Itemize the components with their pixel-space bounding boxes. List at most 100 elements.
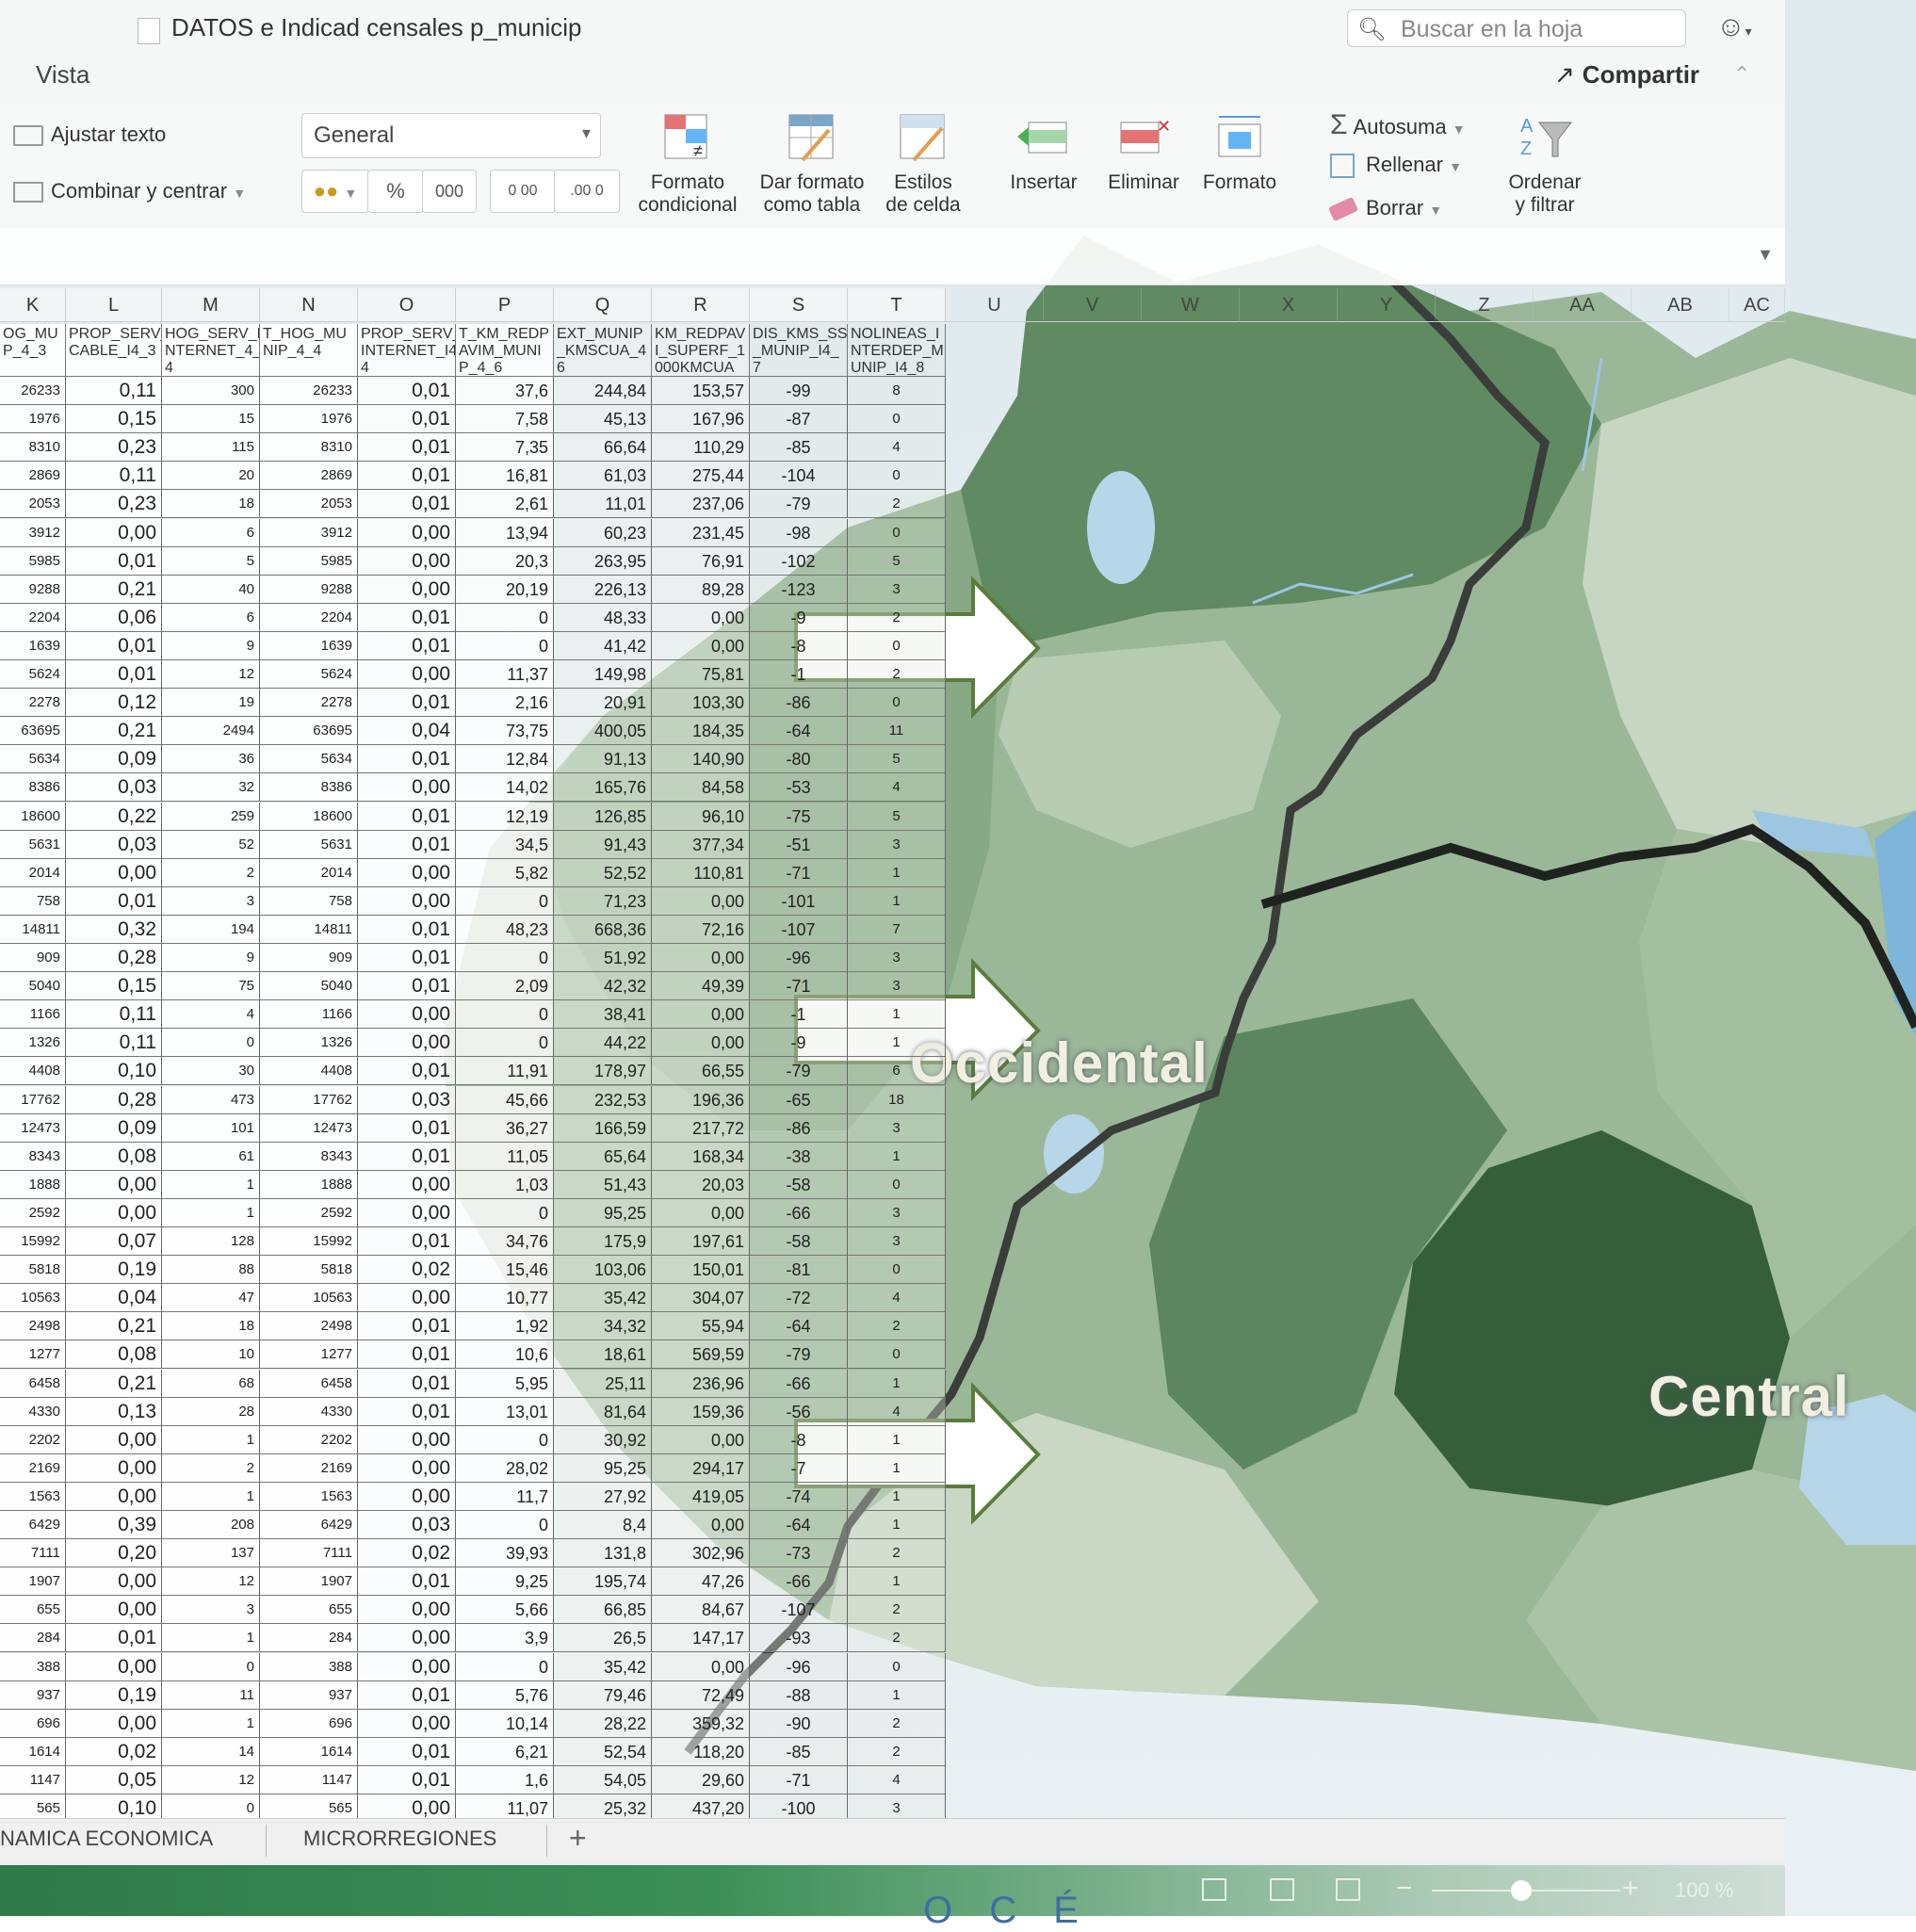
table-cell[interactable]: 0 bbox=[456, 1000, 554, 1029]
table-cell[interactable]: 0,01 bbox=[358, 944, 456, 972]
table-cell[interactable]: 10563 bbox=[260, 1284, 358, 1312]
table-cell[interactable]: 45,66 bbox=[456, 1086, 554, 1114]
table-cell[interactable]: -86 bbox=[750, 689, 848, 717]
table-cell[interactable]: 73,75 bbox=[456, 717, 554, 745]
table-cell[interactable]: 0,00 bbox=[66, 1710, 162, 1738]
table-cell[interactable]: 0,21 bbox=[66, 576, 162, 604]
table-cell[interactable]: 39,93 bbox=[456, 1539, 554, 1567]
table-cell[interactable]: 11 bbox=[162, 1681, 260, 1710]
zoom-slider-knob[interactable] bbox=[1511, 1880, 1532, 1901]
table-cell[interactable]: 0,00 bbox=[358, 1029, 456, 1057]
table-cell[interactable]: 0,00 bbox=[66, 1653, 162, 1681]
menu-vista[interactable]: Vista bbox=[36, 60, 89, 89]
page-break-view-icon[interactable] bbox=[1336, 1878, 1360, 1901]
table-cell[interactable]: 52,52 bbox=[554, 859, 652, 887]
table-cell[interactable]: 0,01 bbox=[358, 916, 456, 944]
table-cell[interactable]: 15,46 bbox=[456, 1256, 554, 1284]
table-cell[interactable]: 0 bbox=[848, 1171, 946, 1199]
table-cell[interactable]: 0 bbox=[848, 1256, 946, 1284]
table-cell[interactable]: 0,01 bbox=[358, 1681, 456, 1710]
table-cell[interactable]: 231,45 bbox=[652, 519, 750, 547]
table-cell[interactable]: 0 bbox=[456, 1029, 554, 1057]
table-cell[interactable]: 96,10 bbox=[652, 803, 750, 831]
table-cell[interactable]: 2,16 bbox=[456, 689, 554, 717]
table-cell[interactable]: -58 bbox=[750, 1171, 848, 1199]
column-header[interactable]: L bbox=[66, 288, 162, 322]
table-cell[interactable]: 18600 bbox=[0, 803, 66, 831]
table-cell[interactable]: 0,05 bbox=[66, 1766, 162, 1794]
table-cell[interactable]: 0,01 bbox=[358, 1312, 456, 1340]
table-cell[interactable]: 1888 bbox=[0, 1171, 66, 1199]
table-cell[interactable]: 0,01 bbox=[358, 604, 456, 632]
table-cell[interactable]: 195,74 bbox=[554, 1567, 652, 1596]
table-cell[interactable]: 3 bbox=[848, 944, 946, 972]
table-cell[interactable]: 0,01 bbox=[66, 660, 162, 689]
normal-view-icon[interactable] bbox=[1202, 1878, 1226, 1901]
table-cell[interactable]: 44,22 bbox=[554, 1029, 652, 1057]
table-cell[interactable]: 0,12 bbox=[66, 689, 162, 717]
table-cell[interactable]: 0,00 bbox=[652, 1199, 750, 1227]
search-field[interactable]: 🔍︎ Buscar en la hoja bbox=[1347, 9, 1686, 47]
table-cell[interactable]: 0,09 bbox=[66, 1114, 162, 1143]
table-cell[interactable]: 166,59 bbox=[554, 1114, 652, 1143]
table-cell[interactable]: 47 bbox=[162, 1284, 260, 1312]
table-cell[interactable]: 1 bbox=[162, 1199, 260, 1227]
table-cell[interactable]: 400,05 bbox=[554, 717, 652, 745]
table-cell[interactable]: 140,90 bbox=[652, 745, 750, 773]
table-cell[interactable]: -65 bbox=[750, 1086, 848, 1114]
table-cell[interactable]: 20,91 bbox=[554, 689, 652, 717]
table-cell[interactable]: 275,44 bbox=[652, 462, 750, 490]
table-cell[interactable]: -66 bbox=[750, 1567, 848, 1596]
table-cell[interactable]: 60,23 bbox=[554, 519, 652, 547]
table-cell[interactable]: -102 bbox=[750, 547, 848, 576]
table-cell[interactable]: 2014 bbox=[0, 859, 66, 887]
table-cell[interactable]: 0 bbox=[456, 604, 554, 632]
table-cell[interactable]: 37,6 bbox=[456, 377, 554, 405]
table-cell[interactable]: 20,03 bbox=[652, 1171, 750, 1199]
table-cell[interactable]: -51 bbox=[750, 831, 848, 859]
table-cell[interactable]: 0,03 bbox=[66, 773, 162, 802]
field-header-cell[interactable]: KM_REDPAV I_SUPERF_1 000KMCUA bbox=[652, 324, 750, 377]
table-cell[interactable]: 4408 bbox=[260, 1057, 358, 1085]
table-cell[interactable]: 0 bbox=[456, 1426, 554, 1454]
table-cell[interactable]: 244,84 bbox=[554, 377, 652, 405]
table-cell[interactable]: 1 bbox=[162, 1624, 260, 1652]
table-cell[interactable]: 237,06 bbox=[652, 490, 750, 518]
sort-filter-button[interactable]: AZ Ordenar y filtrar bbox=[1479, 111, 1611, 217]
table-cell[interactable]: 52 bbox=[162, 831, 260, 859]
table-cell[interactable]: 0,28 bbox=[66, 1086, 162, 1114]
field-header-cell[interactable]: T_HOG_MU NIP_4_4 bbox=[260, 324, 358, 377]
table-cell[interactable]: -74 bbox=[750, 1483, 848, 1511]
table-cell[interactable]: 0,01 bbox=[358, 490, 456, 518]
table-cell[interactable]: 1166 bbox=[260, 1000, 358, 1029]
table-cell[interactable]: 197,61 bbox=[652, 1227, 750, 1256]
table-cell[interactable]: 2202 bbox=[0, 1426, 66, 1454]
field-header-cell[interactable]: NOLINEAS_I NTERDEP_M UNIP_I4_8 bbox=[848, 324, 946, 377]
table-cell[interactable]: 0,00 bbox=[66, 859, 162, 887]
merge-center-button[interactable]: Combinar y centrar ▼ bbox=[13, 179, 246, 203]
table-cell[interactable]: 909 bbox=[0, 944, 66, 972]
table-cell[interactable]: 1 bbox=[848, 1567, 946, 1596]
table-cell[interactable]: 5634 bbox=[0, 745, 66, 773]
table-cell[interactable]: -79 bbox=[750, 1340, 848, 1369]
table-cell[interactable]: 49,39 bbox=[652, 972, 750, 1000]
table-cell[interactable]: 6429 bbox=[260, 1511, 358, 1539]
thousands-button[interactable]: 000 bbox=[422, 170, 477, 213]
table-cell[interactable]: 5985 bbox=[0, 547, 66, 576]
table-cell[interactable]: 137 bbox=[162, 1539, 260, 1567]
table-cell[interactable]: 34,5 bbox=[456, 831, 554, 859]
table-cell[interactable]: 5,82 bbox=[456, 859, 554, 887]
table-cell[interactable]: 66,55 bbox=[652, 1057, 750, 1085]
table-cell[interactable]: 11,01 bbox=[554, 490, 652, 518]
table-cell[interactable]: -9 bbox=[750, 604, 848, 632]
table-cell[interactable]: 0,00 bbox=[358, 1171, 456, 1199]
table-cell[interactable]: 5818 bbox=[260, 1256, 358, 1284]
table-cell[interactable]: -86 bbox=[750, 1114, 848, 1143]
table-cell[interactable]: 0 bbox=[848, 519, 946, 547]
table-cell[interactable]: 95,25 bbox=[554, 1454, 652, 1483]
table-cell[interactable]: 696 bbox=[260, 1710, 358, 1738]
table-cell[interactable]: 2053 bbox=[0, 490, 66, 518]
table-cell[interactable]: 758 bbox=[0, 887, 66, 916]
table-cell[interactable]: 8386 bbox=[0, 773, 66, 802]
table-cell[interactable]: 569,59 bbox=[652, 1340, 750, 1369]
